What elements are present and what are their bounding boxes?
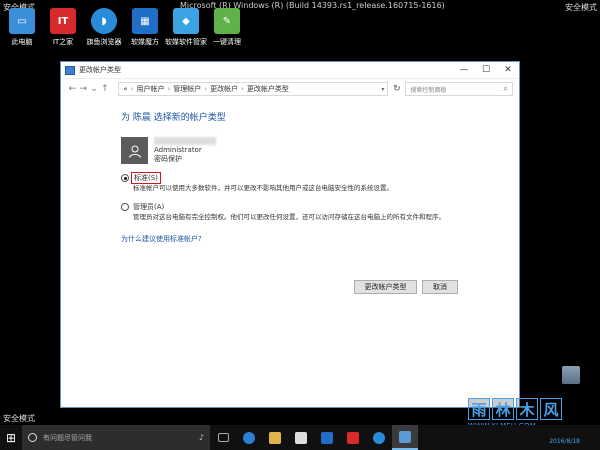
change-account-type-button[interactable]: 更改帐户类型 [354, 280, 417, 294]
breadcrumb-manage-accounts[interactable]: 管理帐户 [173, 84, 201, 94]
edge-icon[interactable] [236, 425, 262, 450]
breadcrumb-separator-icon: › [167, 85, 171, 93]
desktop-icon-this-pc[interactable]: ▭ 此电脑 [3, 8, 41, 47]
windows-start-icon[interactable]: ⊞ [0, 431, 22, 445]
cube-icon[interactable] [314, 425, 340, 450]
desktop-icon-cube[interactable]: ▦ 软媒魔方 [126, 8, 164, 47]
desktop-icon-browser[interactable]: ◗ 旗鱼浏览器 [85, 8, 123, 47]
search-icon: ⌕ [503, 84, 508, 93]
account-card: Administrator 密码保护 [121, 137, 461, 164]
watermark-letter: 风 [540, 398, 562, 420]
desktop-icon-label: 软媒软件管家 [165, 38, 207, 46]
desktop-icons: ▭ 此电脑 IT IT之家 ◗ 旗鱼浏览器 ▦ 软媒魔方 ◆ 软媒软件管家 ✎ … [0, 8, 246, 47]
watermark-letter: 木 [516, 398, 538, 420]
browser-icon: ◗ [91, 8, 117, 34]
cortana-search-box[interactable]: 有问题尽管问我 ♪ [22, 425, 210, 450]
breadcrumb-separator-icon: › [130, 85, 134, 93]
breadcrumb-change-account[interactable]: 更改帐户 [210, 84, 238, 94]
safe-mode-label: 安全模式 [3, 414, 35, 423]
breadcrumb-overflow[interactable]: « [123, 85, 127, 93]
breadcrumb-change-account-type[interactable]: 更改帐户类型 [247, 84, 289, 94]
maximize-button[interactable]: ☐ [475, 62, 497, 79]
standard-label[interactable]: 标准(S) [131, 172, 161, 184]
recent-locations-icon[interactable]: ⌄ [89, 84, 100, 94]
clock[interactable]: 2016/8/18 [549, 438, 580, 445]
minimize-button[interactable]: — [453, 62, 475, 79]
why-standard-link[interactable]: 为什么建议使用标准帐户? [121, 234, 461, 244]
desktop-icon-label: IT之家 [52, 38, 74, 46]
browser-icon[interactable] [366, 425, 392, 450]
change-account-type-window: 更改帐户类型 — ☐ ✕ ← → ⌄ ↑ « › 用户帐户 › 管理帐户 › 更… [60, 61, 520, 408]
desktop-icon-label: 此电脑 [11, 38, 33, 46]
cube-icon: ▦ [132, 8, 158, 34]
desktop-icon-software-manager[interactable]: ◆ 软媒软件管家 [165, 8, 207, 47]
cleanup-icon: ✎ [214, 8, 240, 34]
breadcrumb-separator-icon: › [204, 85, 208, 93]
chevron-down-icon[interactable]: ▾ [381, 86, 384, 93]
account-status: 密码保护 [154, 155, 182, 163]
title-bar[interactable]: 更改帐户类型 — ☐ ✕ [61, 62, 519, 79]
store-icon[interactable] [288, 425, 314, 450]
window-title: 更改帐户类型 [79, 66, 121, 74]
computer-icon: ▭ [9, 8, 35, 34]
desktop-icon-ithome[interactable]: IT IT之家 [44, 8, 82, 47]
ithome-icon: IT [50, 8, 76, 34]
microphone-icon[interactable]: ♪ [199, 433, 204, 442]
page-title: 为 陈晨 选择新的帐户类型 [121, 113, 226, 123]
account-role: Administrator [154, 146, 202, 154]
administrator-label[interactable]: 管理员(A) [133, 203, 164, 211]
forward-arrow-icon[interactable]: → [78, 84, 89, 94]
cortana-icon [28, 433, 37, 442]
option-standard[interactable]: 标准(S) [121, 172, 461, 184]
software-manager-icon: ◆ [173, 8, 199, 34]
taskbar: ⊞ 有问题尽管问我 ♪ 2016/8/18 [0, 425, 600, 450]
option-administrator[interactable]: 管理员(A) [121, 202, 461, 212]
main-content: 为 陈晨 选择新的帐户类型 Administrator 密码保护 标准(S) 标… [121, 110, 461, 244]
standard-radio[interactable] [121, 174, 129, 182]
watermark-letter: 雨 [468, 398, 490, 420]
desktop-icon-label: 软媒魔方 [131, 38, 159, 46]
desktop-icon-label: 旗鱼浏览器 [86, 38, 122, 46]
task-view-icon[interactable] [210, 425, 236, 450]
watermark-letter: 林 [492, 398, 514, 420]
control-panel-icon [65, 65, 75, 75]
back-arrow-icon[interactable]: ← [67, 84, 78, 94]
breadcrumb-user-accounts[interactable]: 用户帐户 [136, 84, 164, 94]
standard-description: 标准帐户可以使用大多数软件，并可以更改不影响其他用户或这台电脑安全性的系统设置。 [133, 184, 393, 192]
account-name-blurred [154, 137, 216, 145]
administrator-radio[interactable] [121, 203, 129, 211]
close-button[interactable]: ✕ [497, 62, 519, 79]
search-placeholder: 搜索控制面板 [410, 86, 447, 94]
breadcrumb-separator-icon: › [241, 85, 244, 93]
desktop-icon-cleanup[interactable]: ✎ 一键清理 [208, 8, 246, 47]
refresh-icon[interactable]: ↻ [392, 84, 401, 94]
address-bar: ← → ⌄ ↑ « › 用户帐户 › 管理帐户 › 更改帐户 › 更改帐户类型 … [61, 79, 519, 99]
ithome-icon[interactable] [340, 425, 366, 450]
control-panel-icon[interactable] [392, 425, 418, 450]
file-explorer-icon[interactable] [262, 425, 288, 450]
recycle-bin-icon[interactable] [562, 366, 580, 384]
desktop-icon-label: 一键清理 [213, 38, 241, 46]
up-arrow-icon[interactable]: ↑ [100, 84, 111, 94]
search-input[interactable]: 搜索控制面板 ⌕ [405, 82, 513, 96]
administrator-description: 管理员对这台电脑有完全控制权。他们可以更改任何设置，还可以访问存储在这台电脑上的… [133, 213, 445, 221]
cancel-button[interactable]: 取消 [422, 280, 458, 294]
safe-mode-label: 安全模式 [565, 3, 597, 12]
user-avatar-icon [121, 137, 148, 164]
breadcrumb[interactable]: « › 用户帐户 › 管理帐户 › 更改帐户 › 更改帐户类型 ▾ [118, 82, 389, 96]
cortana-placeholder: 有问题尽管问我 [43, 433, 92, 442]
